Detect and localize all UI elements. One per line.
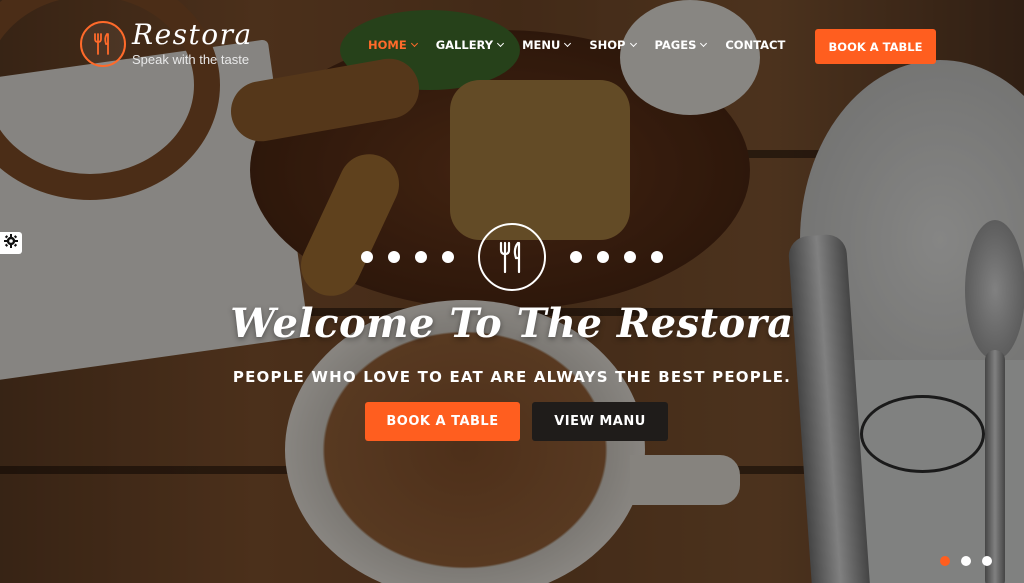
nav-gallery[interactable]: GALLERY xyxy=(436,38,505,52)
nav-home[interactable]: HOME xyxy=(368,38,418,52)
decorative-dots-right xyxy=(570,251,663,263)
nav-shop[interactable]: SHOP xyxy=(589,38,637,52)
nav-contact[interactable]: CONTACT xyxy=(725,38,785,52)
main-nav: HOME GALLERY MENU SHOP PAGES CONTACT xyxy=(368,38,804,52)
hero-actions: BOOK A TABLE VIEW MANU xyxy=(365,402,668,441)
site-header: Restora Speak with the taste HOME GALLER… xyxy=(0,0,1024,90)
brand-name: Restora xyxy=(132,18,253,51)
book-table-hero-button[interactable]: BOOK A TABLE xyxy=(365,402,520,441)
slider-dot[interactable] xyxy=(940,556,950,566)
view-menu-button[interactable]: VIEW MANU xyxy=(532,402,668,441)
chevron-down-icon xyxy=(497,39,505,48)
chevron-down-icon xyxy=(410,39,418,48)
fork-knife-icon xyxy=(478,223,546,291)
chevron-down-icon xyxy=(564,39,572,48)
chevron-down-icon xyxy=(700,39,708,48)
brand-tagline: Speak with the taste xyxy=(132,52,250,67)
fork-knife-icon xyxy=(80,20,126,67)
chevron-down-icon xyxy=(629,39,637,48)
decorative-dots-left xyxy=(361,251,454,263)
logo[interactable]: Restora Speak with the taste xyxy=(80,20,253,67)
book-table-button[interactable]: BOOK A TABLE xyxy=(815,29,936,64)
nav-pages[interactable]: PAGES xyxy=(655,38,708,52)
slider-dot[interactable] xyxy=(982,556,992,566)
hero-emblem-row xyxy=(0,222,1024,292)
slider-dot[interactable] xyxy=(961,556,971,566)
hero-title: Welcome To The Restora xyxy=(230,300,794,347)
slider-pagination xyxy=(940,556,992,566)
hero-subtitle: PEOPLE WHO LOVE TO EAT ARE ALWAYS THE BE… xyxy=(232,368,792,386)
nav-menu[interactable]: MENU xyxy=(522,38,572,52)
